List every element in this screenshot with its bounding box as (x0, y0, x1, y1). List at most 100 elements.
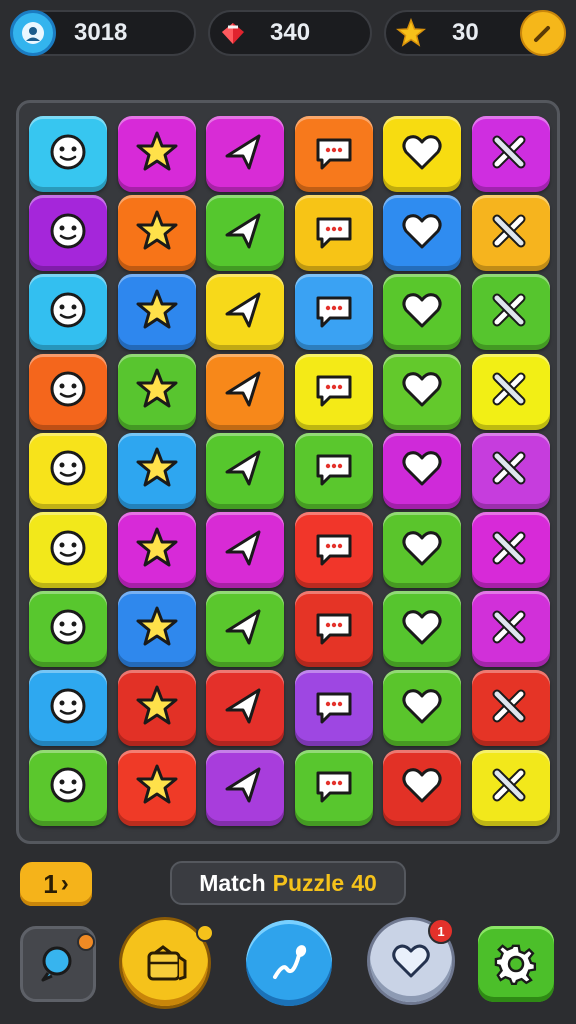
tile[interactable] (383, 591, 461, 668)
paper-plane-icon (42, 126, 94, 183)
avatar-icon[interactable] (10, 10, 56, 56)
tile[interactable] (383, 274, 461, 351)
game-title: Match Puzzle 40 (170, 861, 406, 905)
tile[interactable] (471, 116, 550, 192)
tile[interactable] (294, 749, 373, 826)
tile[interactable] (29, 353, 107, 430)
star-badge-icon (396, 601, 448, 658)
tile[interactable] (471, 432, 550, 509)
tile[interactable] (117, 512, 196, 588)
mail-icon (131, 522, 183, 579)
tile[interactable] (294, 432, 373, 509)
tile[interactable] (383, 749, 461, 826)
tile[interactable] (206, 116, 284, 192)
tile[interactable] (471, 274, 550, 351)
notification-dot (196, 924, 214, 942)
tile[interactable] (294, 512, 373, 588)
rocket-icon (396, 363, 448, 420)
tile[interactable] (294, 670, 373, 747)
tile[interactable] (471, 591, 550, 668)
leaf-icon (42, 522, 94, 579)
tile[interactable] (383, 432, 461, 509)
settings-button[interactable] (478, 926, 554, 1002)
puzzle-board (16, 100, 560, 844)
tile[interactable] (117, 432, 196, 509)
play-button[interactable] (246, 920, 332, 1006)
tile[interactable] (206, 195, 284, 272)
pencil-icon (308, 363, 360, 420)
wand-star-icon (219, 522, 271, 579)
tile[interactable] (206, 749, 284, 826)
level-badge[interactable]: 1 › (20, 862, 92, 906)
tile[interactable] (117, 353, 196, 430)
tile[interactable] (471, 749, 550, 826)
tile[interactable] (206, 591, 284, 668)
tile[interactable] (117, 274, 196, 351)
tile[interactable] (206, 670, 284, 747)
tile[interactable] (117, 116, 196, 192)
tile[interactable] (294, 274, 373, 351)
tile[interactable] (29, 116, 107, 192)
fish-icon (485, 205, 537, 262)
star-arrow-icon (42, 680, 94, 737)
send-icon (485, 442, 537, 499)
gear-face-icon (219, 205, 271, 262)
edit-icon[interactable] (520, 10, 566, 56)
tile[interactable] (294, 353, 373, 430)
tile[interactable] (117, 670, 196, 747)
star-cloud-icon (308, 680, 360, 737)
tile[interactable] (29, 749, 107, 826)
tile[interactable] (471, 512, 550, 588)
title-puzzle: Puzzle (272, 869, 345, 896)
tile[interactable] (29, 591, 107, 668)
bag-icon (147, 945, 187, 981)
shop-button[interactable] (122, 920, 214, 1006)
tile[interactable] (29, 274, 107, 351)
favorites-button[interactable]: 1 (370, 918, 454, 1002)
tile[interactable] (206, 274, 284, 351)
tile[interactable] (383, 512, 461, 588)
tile[interactable] (206, 353, 284, 430)
lollipop-icon (396, 522, 448, 579)
tile[interactable] (29, 670, 107, 747)
heart-badge: 1 (428, 918, 454, 944)
tile[interactable] (383, 195, 461, 272)
tile[interactable] (117, 749, 196, 826)
gem-icon (210, 10, 256, 56)
tile[interactable] (383, 670, 461, 747)
tile[interactable] (294, 195, 373, 272)
stars-pill[interactable]: 30 (384, 10, 566, 56)
gems-value: 340 (270, 19, 311, 46)
tile[interactable] (294, 591, 373, 668)
calculator-icon (131, 363, 183, 420)
search-button[interactable] (20, 926, 96, 1002)
tile[interactable] (471, 195, 550, 272)
tile[interactable] (471, 353, 550, 430)
tile[interactable] (29, 512, 107, 588)
slime-icon (396, 126, 448, 183)
smiley-orange-icon (219, 363, 271, 420)
notification-dot (77, 933, 95, 951)
tile[interactable] (117, 591, 196, 668)
arrow-cursor-icon (485, 601, 537, 658)
tile[interactable] (29, 195, 107, 272)
tile[interactable] (29, 432, 107, 509)
flower-gear-icon (219, 680, 271, 737)
sun-face-icon (131, 442, 183, 499)
stars-value: 30 (452, 19, 479, 46)
magnifier-icon (396, 205, 448, 262)
tile[interactable] (383, 353, 461, 430)
robot-face-icon (396, 284, 448, 341)
tile[interactable] (471, 670, 550, 747)
profile-pill[interactable]: 3018 (10, 10, 196, 56)
tile[interactable] (383, 116, 461, 192)
tile[interactable] (206, 432, 284, 509)
heart-icon (392, 944, 430, 978)
tile[interactable] (206, 512, 284, 588)
tile[interactable] (117, 195, 196, 272)
paper-icon (131, 759, 183, 816)
pen-icon (308, 442, 360, 499)
envelope-icon (42, 442, 94, 499)
gems-pill[interactable]: 340 (208, 10, 372, 56)
tile[interactable] (294, 116, 373, 192)
